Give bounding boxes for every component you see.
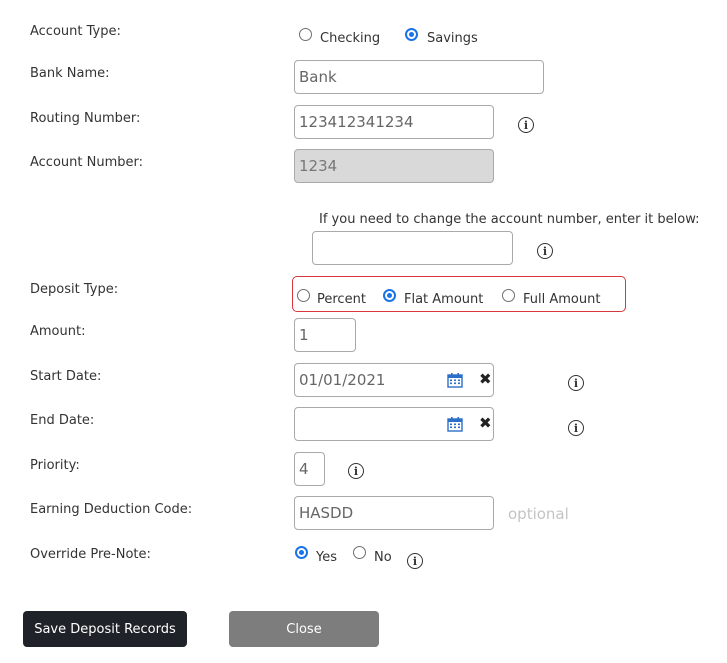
routing-number-label: Routing Number: (30, 111, 141, 126)
priority-label: Priority: (30, 458, 80, 473)
deposit-type-flat-label: Flat Amount (404, 292, 484, 307)
end-date-label: End Date: (30, 413, 95, 428)
end-date-input[interactable] (294, 407, 494, 441)
earning-deduction-code-input[interactable]: HASDD (294, 496, 494, 530)
bank-name-label: Bank Name: (30, 66, 110, 81)
account-type-checking-radio[interactable] (299, 28, 312, 41)
start-date-calendar-icon[interactable] (447, 372, 463, 388)
deposit-type-label: Deposit Type: (30, 282, 119, 297)
deposit-type-full-label: Full Amount (523, 292, 601, 307)
deposit-type-percent-label: Percent (317, 292, 366, 307)
amount-input[interactable]: 1 (294, 318, 356, 352)
override-yes-radio[interactable] (295, 546, 308, 559)
new-account-info-icon[interactable]: i (537, 243, 553, 259)
account-type-savings-radio[interactable] (405, 28, 418, 41)
start-date-input[interactable]: 01/01/2021 (294, 363, 494, 397)
new-account-number-input[interactable] (312, 231, 513, 265)
routing-number-input[interactable]: 123412341234 (294, 105, 494, 139)
start-date-clear-icon[interactable]: ✖ (479, 370, 492, 388)
start-date-label: Start Date: (30, 369, 102, 384)
account-type-label: Account Type: (30, 24, 121, 39)
override-prenote-label: Override Pre-Note: (30, 547, 151, 562)
earning-deduction-code-label: Earning Deduction Code: (30, 502, 193, 517)
account-number-label: Account Number: (30, 155, 143, 170)
routing-info-icon[interactable]: i (518, 117, 534, 133)
override-no-label: No (374, 550, 392, 565)
priority-input[interactable]: 4 (294, 452, 325, 486)
close-button[interactable]: Close (229, 611, 379, 647)
save-deposit-records-button[interactable]: Save Deposit Records (23, 611, 187, 647)
account-type-checking-label: Checking (320, 31, 381, 46)
priority-info-icon[interactable]: i (348, 463, 364, 479)
deposit-type-percent-radio[interactable] (297, 289, 310, 302)
deposit-type-flat-radio[interactable] (383, 289, 396, 302)
override-info-icon[interactable]: i (407, 553, 423, 569)
optional-note: optional (508, 505, 569, 523)
end-date-calendar-icon[interactable] (447, 416, 463, 432)
account-type-savings-label: Savings (427, 31, 478, 46)
amount-label: Amount: (30, 324, 86, 339)
account-number-input: 1234 (294, 149, 494, 183)
deposit-type-full-radio[interactable] (502, 289, 515, 302)
override-yes-label: Yes (316, 550, 337, 565)
end-date-info-icon[interactable]: i (568, 420, 584, 436)
end-date-clear-icon[interactable]: ✖ (479, 414, 492, 432)
change-account-hint: If you need to change the account number… (319, 212, 700, 227)
bank-name-input[interactable]: Bank (294, 60, 544, 94)
override-no-radio[interactable] (353, 546, 366, 559)
start-date-info-icon[interactable]: i (568, 375, 584, 391)
